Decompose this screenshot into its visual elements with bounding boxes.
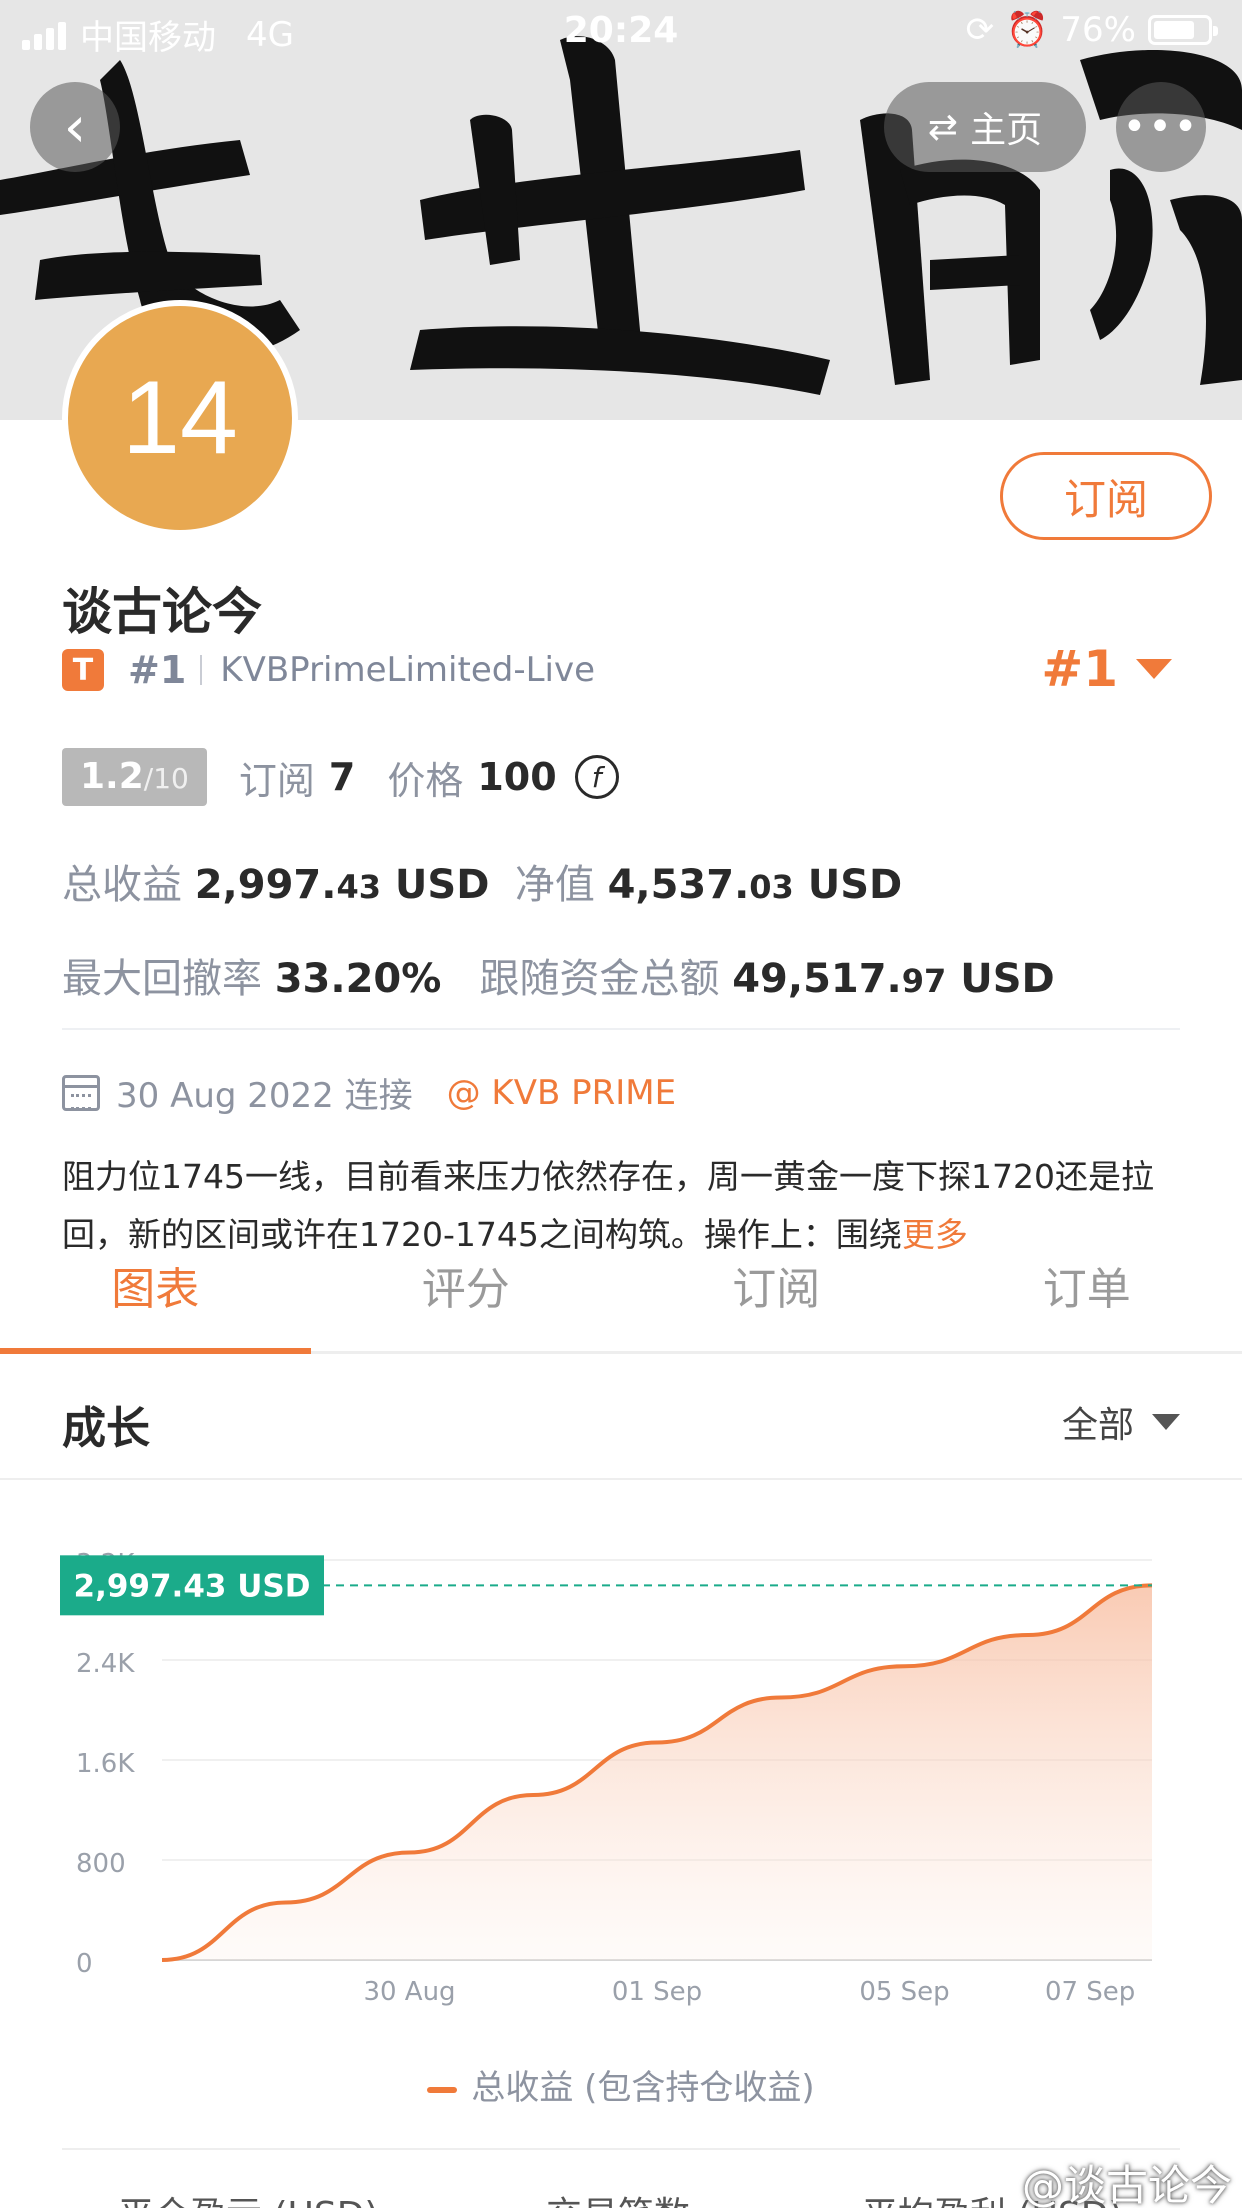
- more-button[interactable]: •••: [1116, 82, 1206, 172]
- more-dots-icon: •••: [1122, 104, 1200, 150]
- x-tick-label: 01 Sep: [612, 1977, 702, 2007]
- home-button[interactable]: ⇄ 主页: [884, 82, 1086, 172]
- drawdown-label: 最大回撤率: [62, 956, 262, 1002]
- back-button[interactable]: ‹: [30, 82, 120, 172]
- profit-row: 总收益 2,997.43 USD 净值 4,537.03 USD: [62, 852, 902, 910]
- rank-small: #1: [128, 648, 187, 692]
- connect-line: 30 Aug 2022 连接 @ KVB PRIME: [62, 1068, 676, 1117]
- range-filter-label: 全部: [1061, 1405, 1134, 1446]
- watermark: @谈古论今: [1021, 2161, 1232, 2208]
- caret-down-icon: [1136, 659, 1172, 679]
- section-title: 成长: [62, 1403, 150, 1454]
- price-label: 价格: [387, 758, 464, 803]
- separator: [200, 655, 203, 685]
- rank-big-label: #1: [1041, 640, 1118, 698]
- highlight-label: 2,997.43 USD: [74, 1568, 311, 1604]
- rank-dropdown[interactable]: #1: [1041, 640, 1172, 698]
- profile-name: 谈古论今: [62, 583, 262, 641]
- follow-value: 49,517.97 USD: [732, 956, 1055, 1002]
- battery-percent: 76%: [1060, 10, 1136, 50]
- net-value: 4,537.03 USD: [607, 862, 903, 908]
- swap-icon: ⇄: [927, 106, 959, 148]
- status-bar: 中国移动 4G 20:24 ⟳ ⏰ 76%: [0, 0, 1242, 62]
- strategy-description: 阻力位1745一线，目前看来压力依然存在，周一黄金一度下探1720还是拉回，新的…: [62, 1148, 1192, 1264]
- meta-row: 1.2 /10 订阅 7 价格 100 f: [62, 748, 619, 806]
- y-tick-label: 1.6K: [76, 1749, 135, 1779]
- total-profit-value: 2,997.43 USD: [194, 862, 490, 908]
- legend-swatch: [427, 2086, 458, 2093]
- y-tick-label: 0: [76, 1949, 93, 1979]
- area-fill: [162, 1585, 1152, 1960]
- battery-icon: [1148, 15, 1218, 45]
- x-tick-label: 07 Sep: [1045, 1977, 1135, 2007]
- coin-icon: f: [574, 755, 619, 799]
- tab-bar: 图表 评分 订阅 订单: [0, 1250, 1242, 1354]
- score-badge: 1.2 /10: [62, 748, 207, 806]
- range-filter[interactable]: 全部: [1062, 1396, 1180, 1448]
- divider: [62, 1028, 1180, 1030]
- growth-header: 成长 全部: [0, 1354, 1242, 1480]
- avatar[interactable]: 14: [62, 300, 298, 536]
- legend-label: 总收益 (包含持仓收益): [471, 2068, 815, 2108]
- account-name: KVBPrimeLimited-Live: [220, 650, 596, 690]
- alarm-icon: ⏰: [1006, 10, 1049, 50]
- tab-rating[interactable]: 评分: [311, 1250, 622, 1351]
- x-tick-label: 05 Sep: [859, 1977, 949, 2007]
- score-max: /10: [143, 762, 189, 795]
- tab-orders[interactable]: 订单: [932, 1250, 1242, 1351]
- growth-chart-svg: 08001.6K2.4K3.2K2,997.43 USD30 Aug01 Sep…: [60, 1549, 1153, 2007]
- chevron-left-icon: ‹: [63, 94, 87, 160]
- drawdown-value: 33.20%: [274, 956, 442, 1002]
- subscribe-count-label: 订阅: [238, 758, 315, 803]
- rotation-lock-icon: ⟳: [965, 10, 995, 50]
- home-button-label: 主页: [970, 110, 1043, 151]
- y-tick-label: 800: [76, 1849, 126, 1879]
- tier-badge: T: [62, 649, 104, 691]
- price-value: 100: [477, 755, 557, 799]
- x-tick-label: 30 Aug: [363, 1977, 455, 2007]
- score-value: 1.2: [80, 756, 144, 797]
- connect-date: 30 Aug 2022 连接: [116, 1076, 413, 1116]
- account-line: T #1 KVBPrimeLimited-Live: [62, 648, 595, 692]
- y-tick-label: 2.4K: [76, 1649, 135, 1679]
- more-link[interactable]: 更多: [902, 1215, 968, 1254]
- caret-down-icon: [1152, 1414, 1180, 1430]
- net-label: 净值: [514, 862, 595, 908]
- broker-link[interactable]: @ KVB PRIME: [447, 1073, 676, 1113]
- growth-chart: 08001.6K2.4K3.2K2,997.43 USD30 Aug01 Sep…: [0, 1500, 1242, 2060]
- summary-label: 交易笔数: [546, 2186, 690, 2208]
- summary-label: 平仓盈亏 (USD): [118, 2186, 378, 2208]
- summary-labels: 平仓盈亏 (USD) 交易笔数 平均盈利 (USD): [62, 2148, 1180, 2208]
- description-text: 阻力位1745一线，目前看来压力依然存在，周一黄金一度下探1720还是拉回，新的…: [62, 1157, 1154, 1254]
- drawdown-row: 最大回撤率 33.20% 跟随资金总额 49,517.97 USD: [62, 946, 1055, 1004]
- chart-legend: 总收益 (包含持仓收益): [0, 2060, 1242, 2109]
- calendar-icon: [62, 1074, 100, 1111]
- subscribe-button[interactable]: 订阅: [1000, 452, 1212, 540]
- subscribe-count: 7: [328, 755, 356, 799]
- tab-subscribe[interactable]: 订阅: [621, 1250, 932, 1351]
- total-profit-label: 总收益: [62, 862, 182, 908]
- follow-label: 跟随资金总额: [479, 956, 720, 1002]
- tab-chart[interactable]: 图表: [0, 1250, 311, 1354]
